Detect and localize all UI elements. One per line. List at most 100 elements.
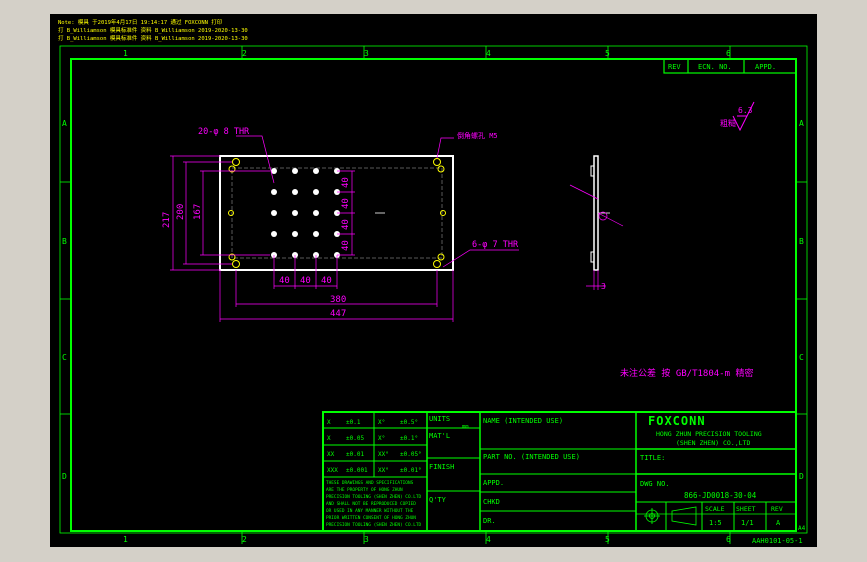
dim-text: 40 xyxy=(341,219,351,230)
roughness-value: 6.3 xyxy=(738,106,753,115)
notice-line: PRIOR WRITTEN CONSENT OF HONG ZHUN xyxy=(326,515,416,521)
part-no-label: PART NO. (INTENDED USE) xyxy=(483,453,580,461)
units-label: UNITS xyxy=(429,415,450,423)
thickness-dim: 3 xyxy=(601,282,606,291)
notice-line: OR USED IN ANY MANNER WITHOUT THE xyxy=(326,508,414,514)
ecn-header: ECN. NO. xyxy=(698,63,732,71)
surface-finish-label: 粗糙 xyxy=(720,118,736,128)
company-logo: FOXCONN xyxy=(648,414,706,428)
title-block: X ±0.1 X° ±0.5° X ±0.05 X° ±0.1° XX ±0.0… xyxy=(322,411,806,532)
tol-cell: ±0.001 xyxy=(346,467,368,474)
dim-text: 40 xyxy=(341,177,351,188)
scale-label: SCALE xyxy=(705,505,725,513)
title-label: TITLE: xyxy=(640,454,665,462)
tol-cell: X° xyxy=(378,435,385,442)
dim-text: 40 xyxy=(321,276,332,286)
tol-cell: ±0.05 xyxy=(346,435,364,442)
zone-label: 2 xyxy=(242,49,247,58)
dim-text: 40 xyxy=(300,276,311,286)
side-view: 3 xyxy=(569,155,624,291)
finish-label: FINISH xyxy=(429,463,454,471)
rev-label: REV xyxy=(771,505,783,513)
zone-label: A xyxy=(799,119,804,128)
header-notes: Note: 模具 于2019年4月17日 19:14:17 通过 FOXCONN… xyxy=(58,18,248,42)
tol-cell: ±0.01° xyxy=(400,467,422,474)
dim-text: 447 xyxy=(330,309,346,319)
zone-label: 4 xyxy=(486,49,491,58)
chkd-label: CHKD xyxy=(483,498,500,506)
zone-label: 4 xyxy=(486,535,491,544)
corner-note: 倒角螺孔 M5 xyxy=(457,131,498,140)
thru-hole-note: 20-φ 8 THR xyxy=(198,127,250,137)
tol-cell: ±0.5° xyxy=(400,419,418,426)
tol-cell: ±0.1° xyxy=(400,435,418,442)
drawing-canvas[interactable]: Note: 模具 于2019年4月17日 19:14:17 通过 FOXCONN… xyxy=(50,14,817,547)
zone-label: 2 xyxy=(242,535,247,544)
matl-label: MAT'L xyxy=(429,432,450,440)
revision-table: REV ECN. NO. APPD. xyxy=(663,58,797,74)
tol-cell: XXX xyxy=(327,467,338,474)
dim-text: 40 xyxy=(341,240,351,251)
notice-line: THESE DRAWINGS AND SPECIFICATIONS xyxy=(326,480,414,486)
name-label: NAME (INTENDED USE) xyxy=(483,417,563,425)
tech-note: 未注公差 按 GB/T1804-m 精密 xyxy=(620,367,753,379)
tap-hole-note: 6-φ 7 THR xyxy=(472,240,519,250)
zone-label: D xyxy=(799,472,804,481)
dim-text: 380 xyxy=(330,295,346,305)
header-note: Note: 模具 于2019年4月17日 19:14:17 通过 FOXCONN… xyxy=(58,18,223,26)
zone-label: 1 xyxy=(123,535,128,544)
dim-text: 217 xyxy=(162,212,172,228)
header-note: 打 B_Williamson 模具标准件 资料 B_Williamson 201… xyxy=(58,26,248,34)
zone-label: 3 xyxy=(364,49,369,58)
tol-cell: X xyxy=(327,435,331,442)
zone-label: A xyxy=(62,119,67,128)
company-name: (SHEN ZHEN) CO.,LTD xyxy=(676,439,750,447)
cad-drawing: Note: 模具 于2019年4月17日 19:14:17 通过 FOXCONN… xyxy=(58,18,808,545)
scale-value: 1:5 xyxy=(709,519,722,527)
zone-label: C xyxy=(799,353,804,362)
appd-label: APPD. xyxy=(483,479,504,487)
form-number: AAH0101-05-1 xyxy=(752,537,803,545)
tol-cell: ±0.1 xyxy=(346,419,361,426)
tol-cell: XX xyxy=(327,451,335,458)
units-value: mm xyxy=(462,424,469,430)
notice-line: PRECISION TOOLING (SHEN ZHEN) CO.LTD xyxy=(326,522,422,528)
zone-label: C xyxy=(62,353,67,362)
notice-line: ARE THE PROPERTY OF HONG ZHUN xyxy=(326,487,403,493)
tol-cell: XX° xyxy=(378,451,389,458)
tol-cell: XX° xyxy=(378,467,389,474)
zone-label: 5 xyxy=(605,49,610,58)
appd-header: APPD. xyxy=(755,63,776,71)
plan-view: 217 200 167 40 40 40 40 40 40 40 380 447… xyxy=(162,127,519,322)
zone-label: 6 xyxy=(726,49,731,58)
zone-label: 1 xyxy=(123,49,128,58)
tol-cell: ±0.01 xyxy=(346,451,364,458)
zone-label: D xyxy=(62,472,67,481)
hole-grid xyxy=(271,168,340,258)
header-note: 打 B_Williamson 模具标准件 资料 B_Williamson 201… xyxy=(58,34,248,42)
zone-label: B xyxy=(62,237,67,246)
company-name: HONG ZHUN PRECISION TOOLING xyxy=(656,430,762,438)
sheet-label: SHEET xyxy=(736,505,756,513)
dwg-label: DWG NO. xyxy=(640,480,670,488)
notice-line: PRECISION TOOLING (SHEN ZHEN) CO.LTD xyxy=(326,494,422,500)
zone-label: 5 xyxy=(605,535,610,544)
tol-cell: X° xyxy=(378,419,385,426)
surface-finish: 粗糙 6.3 xyxy=(720,101,755,132)
dim-text: 40 xyxy=(279,276,290,286)
qty-label: Q'TY xyxy=(429,496,447,504)
outer-border xyxy=(59,45,808,534)
tol-cell: X xyxy=(327,419,331,426)
zone-label: 6 xyxy=(726,535,731,544)
dim-text: 200 xyxy=(176,204,186,220)
dim-text: 40 xyxy=(341,198,351,209)
side-plate xyxy=(593,155,599,271)
sheet-value: 1/1 xyxy=(741,519,754,527)
projection-symbol xyxy=(644,506,697,526)
zone-label: 3 xyxy=(364,535,369,544)
dr-label: DR. xyxy=(483,517,496,525)
sheet-size: A4 xyxy=(798,525,806,532)
dwg-number: 866-JD0018-30-04 xyxy=(684,491,757,500)
rev-header: REV xyxy=(668,63,681,71)
rev-value: A xyxy=(776,519,781,527)
